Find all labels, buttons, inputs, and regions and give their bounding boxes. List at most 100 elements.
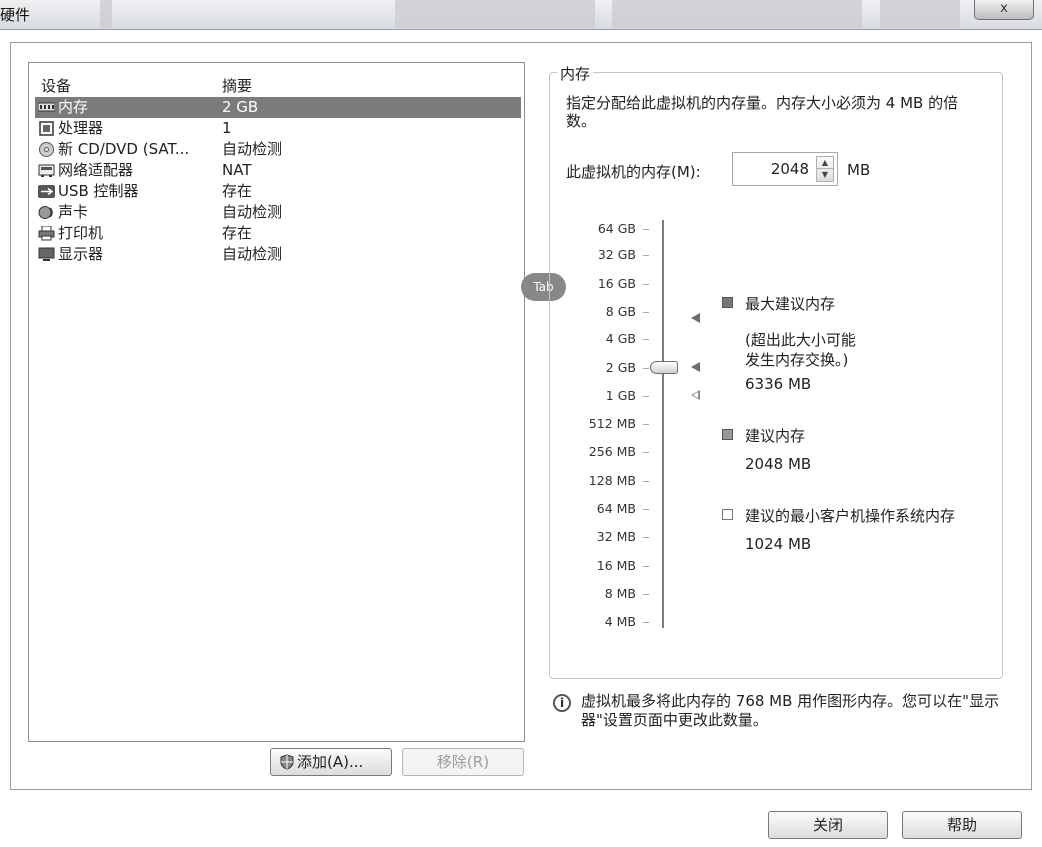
window-close-button[interactable]: x [974,0,1034,20]
max-recommended-swatch [722,297,733,308]
scale-label: 2 GB [605,360,636,375]
device-row-memory[interactable]: 内存 2 GB [35,97,521,118]
device-summary: NAT [222,161,252,179]
add-button-label: 添加(A)... [297,753,364,771]
window-title: 硬件 [0,6,31,24]
memory-slider-thumb[interactable] [650,361,678,374]
display-icon [38,247,55,261]
device-summary: 自动检测 [222,245,283,263]
device-row-sound-card[interactable]: 声卡 自动检测 [29,202,524,223]
usb-icon [38,185,55,198]
scale-tick [643,537,649,538]
scale-tick [643,339,649,340]
summary-column-header[interactable]: 摘要 [222,75,252,96]
scale-label: 8 GB [605,304,636,319]
memory-slider-track[interactable] [662,220,664,628]
min-recommended-value: 1024 MB [745,535,812,553]
device-row-cd-dvd[interactable]: 新 CD/DVD (SAT... 自动检测 [29,139,524,160]
scale-label: 4 MB [604,614,636,629]
scale-tick [643,452,649,453]
scale-tick [643,396,649,397]
device-summary: 存在 [222,224,253,242]
memory-group-title: 内存 [557,63,594,84]
scale-label: 32 MB [596,529,636,544]
scale-label: 1 GB [605,388,636,403]
scale-label: 128 MB [588,473,636,488]
device-row-processor[interactable]: 处理器 1 [29,118,524,139]
scale-label: 64 GB [597,221,636,236]
device-summary: 1 [222,119,232,137]
scale-tick [643,594,649,595]
device-summary: 自动检测 [222,203,283,221]
scale-tick [643,566,649,567]
add-button[interactable]: 添加(A)... [270,748,392,776]
scale-tick [643,622,649,623]
device-name: 声卡 [58,203,89,221]
scale-tick [643,481,649,482]
device-list-header: 设备 摘要 [29,71,524,96]
device-name: 处理器 [58,119,104,137]
scale-label: 16 GB [597,276,636,291]
scale-tick [643,284,649,285]
spin-up-button[interactable]: ▲ [817,157,833,169]
scale-tick [643,255,649,256]
graphics-memory-info: 虚拟机最多将此内存的 768 MB 用作图形内存。您可以在"显示器"设置页面中更… [581,692,1000,729]
recommended-marker [691,362,700,372]
recommended-swatch [722,429,733,440]
help-button[interactable]: 帮助 [902,811,1022,839]
memory-icon [38,102,55,112]
scale-label: 4 GB [605,331,636,346]
max-recommended-marker [691,313,700,323]
scale-label: 64 MB [596,501,636,516]
remove-button[interactable]: 移除(R) [402,748,524,776]
device-summary: 自动检测 [222,140,283,158]
max-recommended-note-2: 发生内存交换。) [745,351,849,369]
device-row-usb[interactable]: USB 控制器 存在 [29,181,524,202]
scale-tick [643,509,649,510]
spin-down-button[interactable]: ▼ [817,169,833,181]
device-name: 新 CD/DVD (SAT... [58,140,190,158]
title-bar: 硬件 x [0,0,1042,30]
min-recommended-title: 建议的最小客户机操作系统内存 [745,507,956,525]
memory-spinner-buttons: ▲ ▼ [816,156,834,182]
device-list: 设备 摘要 内存 2 GB 处理器 1 新 CD/DVD (SAT... 自动检… [28,62,525,742]
printer-icon [38,226,55,241]
device-row-network-adapter[interactable]: 网络适配器 NAT [29,160,524,181]
device-name: 显示器 [58,245,104,263]
close-button[interactable]: 关闭 [768,811,888,839]
memory-field-label: 此虚拟机的内存(M): [566,163,701,181]
scale-label: 512 MB [588,416,636,431]
memory-spinbox[interactable]: 2048 ▲ ▼ [732,152,838,186]
scale-tick [643,312,649,313]
scale-tick [643,368,649,369]
device-name: 网络适配器 [58,161,134,179]
min-recommended-swatch [722,509,733,520]
scale-label: 32 GB [597,247,636,262]
device-summary: 2 GB [222,98,259,116]
device-summary: 存在 [222,182,253,200]
max-recommended-value: 6336 MB [745,375,812,393]
device-column-header[interactable]: 设备 [41,75,71,96]
blurred-region [100,0,112,28]
blurred-region [612,0,862,28]
recommended-title: 建议内存 [745,427,806,445]
cd-dvd-icon [39,142,54,157]
max-recommended-note-1: (超出此大小可能 [745,331,856,349]
device-row-display[interactable]: 显示器 自动检测 [29,244,524,265]
device-name: 内存 [58,98,89,116]
min-recommended-marker [691,390,700,400]
network-adapter-icon [38,164,55,177]
device-row-printer[interactable]: 打印机 存在 [29,223,524,244]
scale-label: 256 MB [588,444,636,459]
scale-tick [643,424,649,425]
blurred-region [395,0,595,28]
recommended-value: 2048 MB [745,455,812,473]
processor-icon [39,121,54,136]
device-rows: 内存 2 GB 处理器 1 新 CD/DVD (SAT... 自动检测 网络适配… [29,97,524,265]
info-icon: i [553,694,571,712]
shield-icon [280,754,294,770]
scale-label: 16 MB [596,558,636,573]
scale-label: 8 MB [604,586,636,601]
memory-value[interactable]: 2048 [771,160,809,178]
sound-card-icon [38,206,53,219]
